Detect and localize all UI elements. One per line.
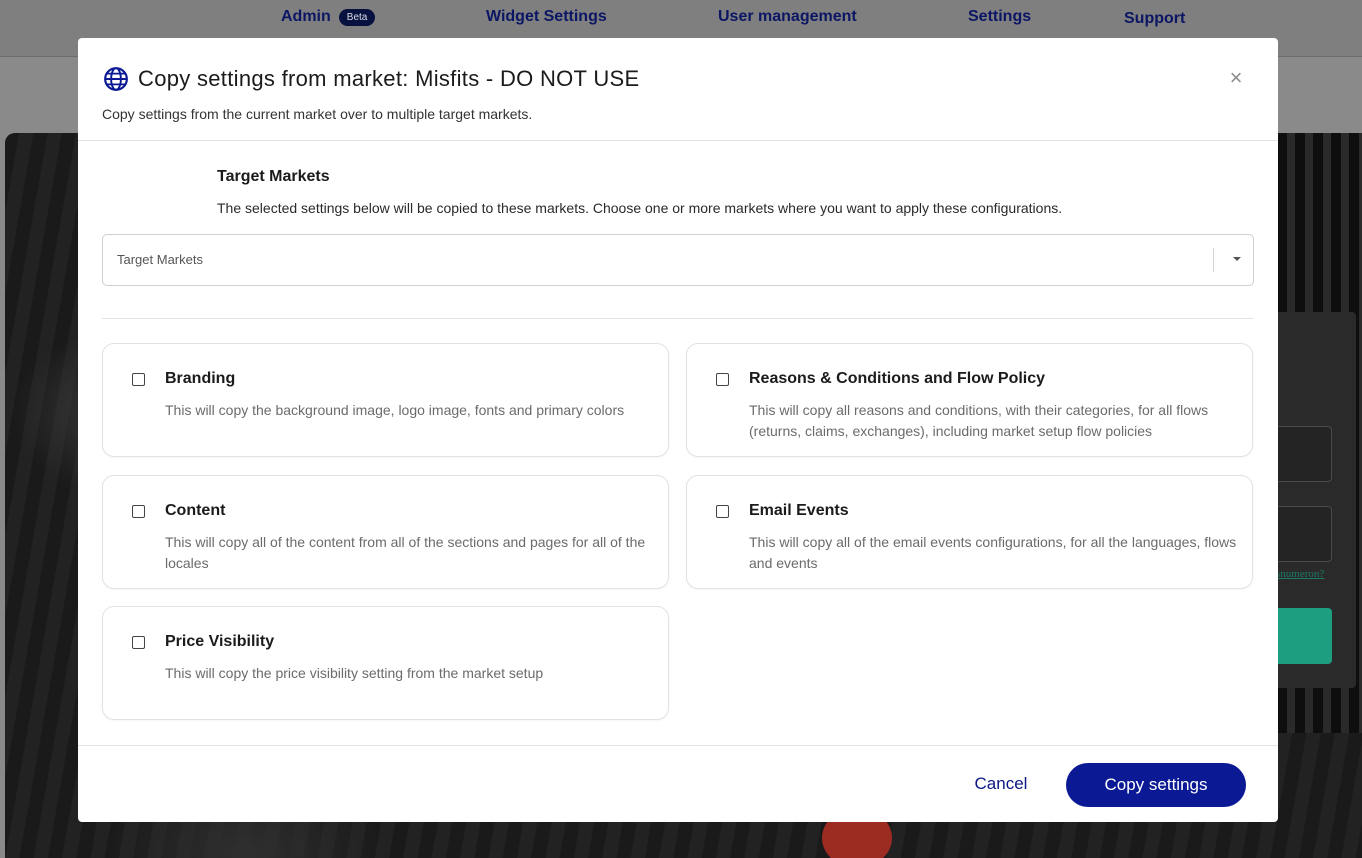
cancel-button[interactable]: Cancel	[958, 774, 1044, 796]
target-markets-description: The selected settings below will be copi…	[217, 200, 1063, 216]
modal-header: Copy settings from market: Misfits - DO …	[78, 38, 1278, 141]
email-events-checkbox[interactable]	[716, 505, 729, 518]
copy-settings-button[interactable]: Copy settings	[1066, 763, 1246, 807]
option-title: Branding	[165, 370, 236, 387]
option-reasons-conditions[interactable]: Reasons & Conditions and Flow Policy Thi…	[686, 343, 1253, 457]
option-description: This will copy the price visibility sett…	[165, 665, 544, 681]
section-divider	[102, 318, 1254, 319]
nav-admin[interactable]: Admin Beta	[281, 8, 376, 26]
option-description: This will copy the background image, log…	[165, 402, 625, 418]
option-price-visibility[interactable]: Price Visibility This will copy the pric…	[102, 606, 669, 720]
chevron-down-icon[interactable]	[1233, 257, 1241, 261]
target-markets-select[interactable]: Target Markets	[102, 234, 1254, 286]
modal-title: Copy settings from market: Misfits - DO …	[138, 66, 640, 91]
branding-checkbox[interactable]	[132, 373, 145, 386]
option-title: Reasons & Conditions and Flow Policy	[749, 370, 1046, 387]
nav-widget-settings[interactable]: Widget Settings	[486, 8, 607, 26]
option-content[interactable]: Content This will copy all of the conten…	[102, 475, 669, 589]
price-visibility-checkbox[interactable]	[132, 636, 145, 649]
close-icon[interactable]: ×	[1226, 66, 1246, 90]
modal-subtitle: Copy settings from the current market ov…	[102, 106, 533, 122]
content-checkbox[interactable]	[132, 505, 145, 518]
option-title: Content	[165, 502, 226, 519]
option-description: This will copy all of the email events c…	[749, 534, 1237, 571]
option-email-events[interactable]: Email Events This will copy all of the e…	[686, 475, 1253, 589]
option-description: This will copy all reasons and condition…	[749, 402, 1209, 439]
reasons-conditions-checkbox[interactable]	[716, 373, 729, 386]
login-help-link[interactable]: snumeron?	[1276, 568, 1324, 580]
option-title: Email Events	[749, 502, 849, 519]
option-branding[interactable]: Branding This will copy the background i…	[102, 343, 669, 457]
target-markets-placeholder: Target Markets	[117, 252, 203, 267]
copy-settings-modal: Copy settings from market: Misfits - DO …	[78, 38, 1278, 822]
option-description: This will copy all of the content from a…	[165, 534, 646, 571]
beta-badge: Beta	[338, 8, 376, 26]
modal-footer: Cancel Copy settings	[78, 745, 1278, 822]
nav-support[interactable]: Support	[1124, 10, 1185, 28]
globe-icon	[104, 67, 128, 91]
target-markets-heading: Target Markets	[217, 168, 330, 185]
select-separator	[1213, 248, 1214, 272]
option-title: Price Visibility	[165, 633, 275, 650]
nav-user-management[interactable]: User management	[718, 8, 857, 26]
nav-admin-label: Admin	[281, 8, 331, 25]
nav-settings[interactable]: Settings	[968, 8, 1031, 26]
